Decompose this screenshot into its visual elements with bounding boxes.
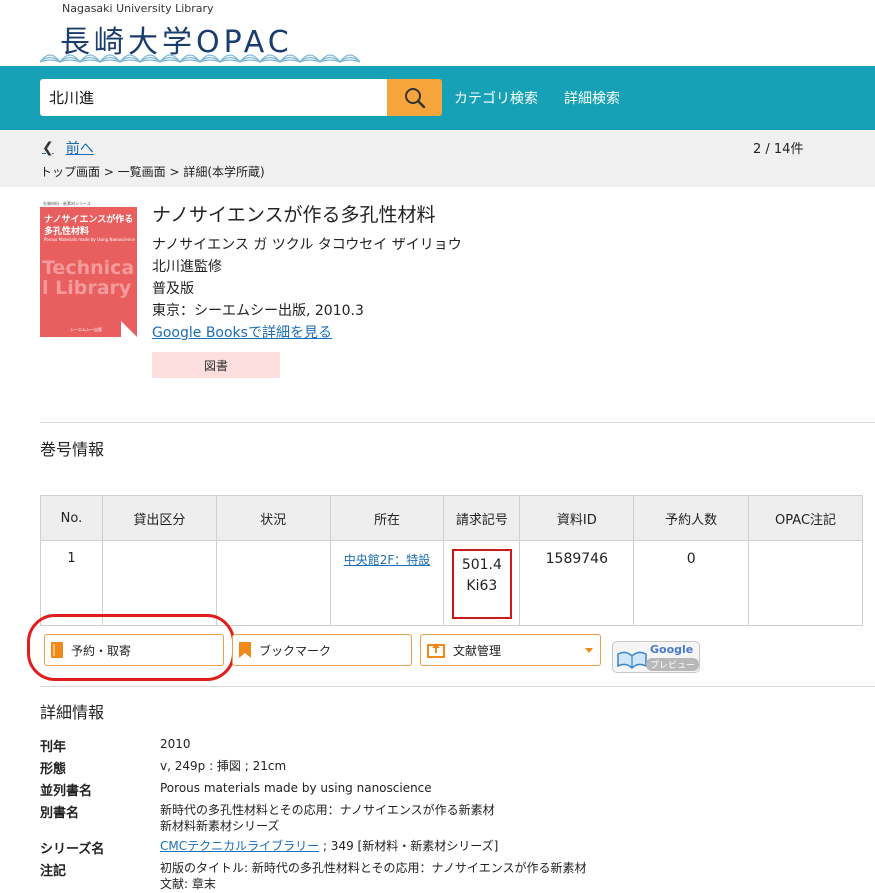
bookmark-button[interactable]: ブックマーク: [232, 634, 412, 666]
table-row: 1 中央館2F：特設 501.4 Ki63 1589746 0: [40, 540, 863, 626]
cell-reservations: 0: [633, 540, 750, 626]
chevron-left-icon: ❮: [42, 140, 54, 156]
breadcrumb: トップ画面 > 一覧画面 > 詳細(本学所蔵): [40, 165, 265, 179]
cover-publisher: シーエムシー出版: [70, 327, 102, 332]
google-preview-label: Google: [650, 643, 694, 656]
col-header: OPAC注記: [748, 495, 863, 541]
holdings-header-row: No. 貸出区分 状況 所在 請求記号 資料ID 予約人数 OPAC注記: [40, 495, 863, 541]
export-icon: [427, 643, 445, 658]
holdings-section-title: 巻号情報: [40, 440, 105, 459]
wave-pattern-icon: [40, 54, 360, 64]
cell-location: 中央館2F：特設: [329, 540, 445, 626]
col-header: 所在: [329, 495, 445, 541]
cell-note: [748, 540, 863, 626]
result-position: 2 / 14件: [753, 142, 804, 157]
google-preview-button[interactable]: Google プレビュー: [612, 641, 700, 673]
google-preview-sublabel: プレビュー: [646, 658, 699, 671]
refmgr-label: 文献管理: [453, 643, 502, 658]
details-section-title: 詳細情報: [40, 703, 105, 722]
bookmark-icon: [239, 642, 251, 658]
call-number-class: 501.4: [461, 557, 502, 573]
divider: [40, 422, 875, 423]
col-header: 貸出区分: [101, 495, 217, 541]
detail-value: Porous materials made by using nanoscien…: [160, 781, 432, 795]
detail-value-line: 初版のタイトル: 新時代の多孔性材料とその応用：ナノサイエンスが作る新素材: [160, 861, 587, 875]
detail-label: シリーズ名: [40, 842, 105, 857]
dropdown-arrow-icon: [585, 648, 593, 653]
reference-manager-dropdown[interactable]: 文献管理: [420, 634, 601, 666]
search-input[interactable]: [40, 79, 387, 116]
prev-link[interactable]: ❮ 前へ: [42, 138, 94, 158]
col-header: 資料ID: [519, 495, 635, 541]
advanced-search-link[interactable]: 詳細検索: [564, 88, 620, 108]
cell-loan: [101, 540, 217, 626]
detail-value-line: 新材料新素材シリーズ: [160, 819, 280, 833]
book-title: ナノサイエンスが作る多孔性材料: [152, 204, 436, 226]
site-header: Nagasaki University Library 長崎大学OPAC: [0, 0, 875, 66]
cell-call-number: 501.4 Ki63: [443, 540, 521, 626]
cell-status: [215, 540, 331, 626]
book-reading: ナノサイエンス ガ ツクル タコウセイ ザイリョウ: [152, 237, 462, 253]
google-books-link[interactable]: Google Booksで詳細を見る: [152, 322, 332, 342]
detail-value: 初版のタイトル: 新時代の多孔性材料とその応用：ナノサイエンスが作る新素材 文献…: [160, 860, 587, 892]
cover-watermark: Technical Library: [42, 257, 135, 299]
prev-label: 前へ: [65, 141, 94, 157]
book-author: 北川進監修: [152, 259, 222, 275]
divider: [40, 686, 875, 687]
book-edition: 普及版: [152, 281, 194, 297]
cover-series: 先端材料・新素材シリーズ: [43, 201, 91, 206]
col-header: 請求記号: [443, 495, 521, 541]
search-button[interactable]: [387, 79, 442, 116]
detail-label: 刊年: [40, 740, 67, 755]
page-curl-icon: [121, 321, 137, 337]
location-link[interactable]: 中央館2F：特設: [344, 553, 431, 567]
detail-value-line: 新時代の多孔性材料とその応用：ナノサイエンスが作る新素材: [160, 803, 495, 817]
series-number: ; 349 [新材料・新素材シリーズ]: [322, 839, 499, 853]
col-header: No.: [40, 495, 103, 541]
detail-value: v, 249p : 挿図 ; 21cm: [160, 759, 287, 773]
book-publication: 東京：シーエムシー出版, 2010.3: [152, 303, 364, 319]
search-bar: カテゴリ検索 詳細検索: [0, 66, 875, 130]
col-header: 予約人数: [633, 495, 750, 541]
book-cover-image: 先端材料・新素材シリーズ ナノサイエンスが作る 多孔性材料 Porous Mat…: [40, 200, 137, 337]
annotation-oval: [27, 614, 235, 681]
detail-label: 並列書名: [40, 784, 93, 799]
holdings-table: No. 貸出区分 状況 所在 請求記号 資料ID 予約人数 OPAC注記 1 中…: [40, 495, 863, 626]
cover-title-2: 多孔性材料: [44, 227, 90, 237]
category-search-link[interactable]: カテゴリ検索: [454, 88, 538, 108]
cover-subtitle: Porous Materials made by Using Nanoscien…: [44, 237, 135, 242]
cell-no: 1: [40, 540, 103, 626]
detail-label: 形態: [40, 762, 67, 777]
series-link[interactable]: CMCテクニカルライブラリー: [160, 839, 319, 853]
detail-value: 新時代の多孔性材料とその応用：ナノサイエンスが作る新素材 新材料新素材シリーズ: [160, 802, 495, 834]
bookmark-label: ブックマーク: [259, 643, 332, 658]
call-number-highlight: 501.4 Ki63: [451, 549, 512, 619]
detail-value: CMCテクニカルライブラリー ; 349 [新材料・新素材シリーズ]: [160, 838, 498, 854]
detail-value: 2010: [160, 737, 191, 751]
cell-item-id: 1589746: [519, 540, 635, 626]
search-icon: [404, 87, 425, 108]
open-book-icon: [617, 651, 647, 670]
call-number-author: Ki63: [466, 578, 498, 594]
material-type-badge: 図書: [152, 352, 280, 378]
library-subtitle: Nagasaki University Library: [62, 2, 214, 15]
detail-label: 注記: [40, 864, 67, 879]
detail-value-line: 文献: 章末: [160, 877, 216, 891]
detail-label: 別書名: [40, 806, 80, 821]
navigation-bar: ❮ 前へ 2 / 14件 トップ画面 > 一覧画面 > 詳細(本学所蔵): [0, 130, 875, 187]
col-header: 状況: [215, 495, 331, 541]
